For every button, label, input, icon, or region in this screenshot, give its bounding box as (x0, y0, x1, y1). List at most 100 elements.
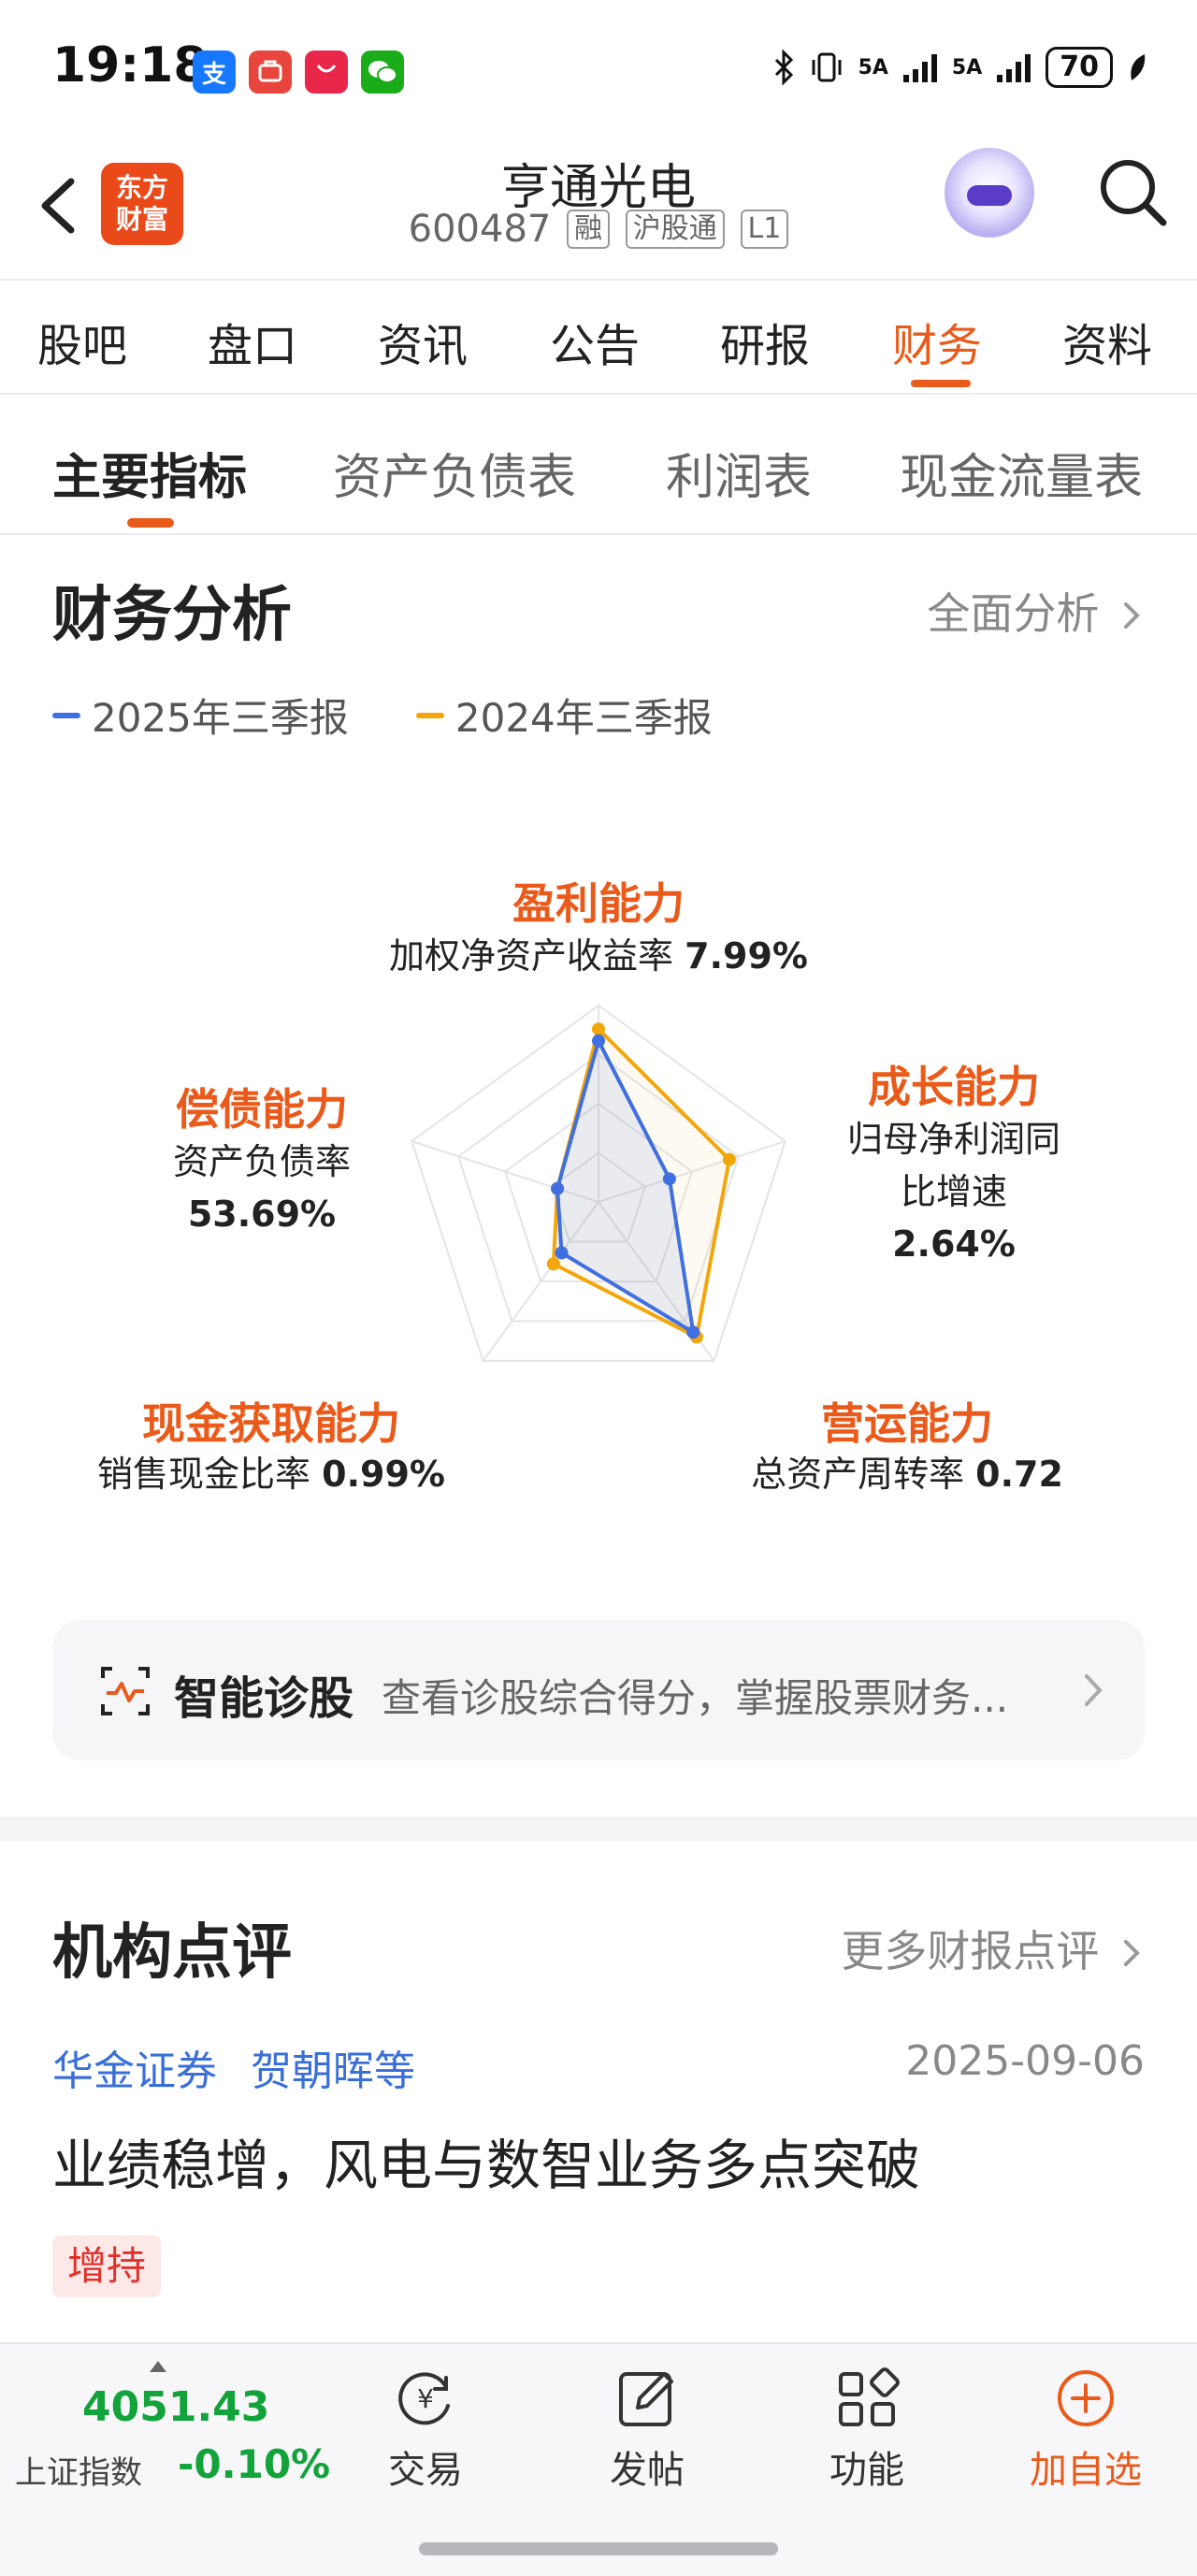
radar-series-2024-point (546, 1257, 560, 1271)
leaf-icon (1131, 54, 1146, 80)
chevron-right-icon (1124, 602, 1140, 629)
tab-announcements[interactable]: 公告 (550, 309, 640, 374)
smart-diagnosis-title: 智能诊股 (174, 1672, 354, 1725)
dim-metric-value-operation: 0.72 (975, 1454, 1063, 1495)
signal-label-2: 5A (951, 55, 983, 80)
vibrate-icon (812, 52, 842, 82)
caret-up-icon (150, 2361, 166, 2372)
full-analysis-label: 全面分析 (927, 588, 1100, 639)
post-icon (619, 2372, 673, 2426)
more-reviews-label: 更多财报点评 (841, 1926, 1100, 1976)
top-tab-bar: 股吧 盘口 资讯 公告 研报 财务 资料 (0, 282, 1197, 395)
dim-metric-value-growth: 2.64% (892, 1223, 1016, 1265)
subtab-cash-flow[interactable]: 现金流量表 (900, 438, 1143, 508)
index-label: 上证指数 (15, 2454, 142, 2492)
dim-metric-value-cash: 0.99% (322, 1454, 445, 1495)
sub-tab-bar: 主要指标 资产负债表 利润表 现金流量表 (0, 397, 1197, 535)
more-reviews-link[interactable]: 更多财报点评 (841, 1918, 1145, 1979)
robot-assistant-avatar[interactable] (945, 148, 1034, 238)
connect-tag: 沪股通 (625, 210, 725, 249)
dim-title-cash: 现金获取能力 (142, 1398, 400, 1449)
review-date: 2025-09-06 (905, 2037, 1145, 2085)
radar-series-2024-point (592, 1022, 605, 1036)
radar-series-2025-point (592, 1034, 605, 1048)
svg-text:¥: ¥ (417, 2383, 434, 2414)
dim-metric-profitability: 加权净资产收益率 7.99% (318, 930, 879, 982)
subtab-income-statement[interactable]: 利润表 (666, 438, 812, 508)
subtab-balance-sheet[interactable]: 资产负债表 (333, 438, 576, 508)
subtab-key-indicators[interactable]: 主要指标 (52, 438, 247, 508)
margin-tag: 融 (567, 210, 611, 249)
dim-metric-label-profitability: 加权净资产收益率 (389, 935, 674, 977)
dim-metric-value-solvency: 53.69% (187, 1194, 337, 1235)
smart-diagnosis-card[interactable]: 智能诊股 查看诊股综合得分，掌握股票财务... (52, 1620, 1145, 1760)
apps-icon (839, 2367, 900, 2426)
legend-item-2024: 2024年三季报 (415, 687, 713, 744)
index-change: -0.10% (178, 2441, 331, 2487)
nav-trade[interactable]: ¥ 交易 (355, 2365, 496, 2494)
active-subtab-indicator (127, 518, 174, 528)
status-app-icons: 支 (193, 51, 404, 94)
nav-add-watchlist[interactable]: 加自选 (1016, 2365, 1156, 2494)
dim-title-profitability: 盈利能力 (512, 878, 685, 929)
tab-news[interactable]: 资讯 (378, 309, 468, 374)
radar-series-2025-point (686, 1325, 700, 1339)
nav-post[interactable]: 发帖 (577, 2365, 717, 2494)
full-analysis-link[interactable]: 全面分析 (927, 580, 1145, 642)
search-icon (1101, 160, 1167, 226)
dim-title-solvency: 偿债能力 (176, 1084, 348, 1135)
tab-guba[interactable]: 股吧 (37, 309, 127, 374)
legend-label-2025: 2025年三季报 (92, 695, 349, 741)
level-tag: L1 (740, 210, 789, 249)
nav-trade-label: 交易 (388, 2449, 463, 2492)
radar-series-2024-point (722, 1152, 736, 1166)
dim-metric-operation: 总资产周转率 0.72 (720, 1448, 1094, 1500)
status-bar: 19:18 支 5A 5A 70 (0, 0, 1197, 140)
rating-badge: 增持 (52, 2236, 162, 2297)
section-divider (0, 1816, 1197, 1841)
signal-icon-1 (902, 54, 937, 82)
nav-add-watchlist-label: 加自选 (1030, 2449, 1142, 2492)
dim-metric-label-solvency: 资产负债率 (172, 1141, 351, 1182)
dim-metric-value-profitability: 7.99% (685, 935, 808, 977)
tab-research[interactable]: 研报 (720, 309, 810, 374)
bottom-bar: 4051.43 上证指数 -0.10% ¥ 交易 发帖 功能 加自选 (0, 2342, 1197, 2576)
dim-metric-cash: 销售现金比率 0.99% (75, 1448, 468, 1500)
trade-icon: ¥ (398, 2372, 450, 2425)
stock-header: 东方 财富 亨通光电 600487 融 沪股通 L1 (0, 140, 1197, 281)
app-gallery-icon (305, 51, 348, 94)
chart-legend: 2025年三季报 2024年三季报 (52, 687, 713, 744)
legend-swatch-2024 (415, 712, 444, 718)
broker-name[interactable]: 华金证券 (52, 2048, 217, 2095)
dim-metric-growth: 归母净利润同 比增速 2.64% (814, 1113, 1094, 1270)
legend-label-2024: 2024年三季报 (454, 695, 713, 741)
app-icon-red (249, 51, 292, 94)
alipay-icon: 支 (193, 51, 236, 94)
review-source[interactable]: 华金证券 贺朝晖等 (52, 2037, 436, 2097)
dim-metric-label-growth-1: 归母净利润同 (846, 1119, 1060, 1160)
bluetooth-icon (774, 49, 793, 86)
review-headline[interactable]: 业绩稳增，风电与数智业务多点突破 (52, 2121, 920, 2200)
tab-profile[interactable]: 资料 (1062, 309, 1152, 374)
tab-pankou[interactable]: 盘口 (208, 309, 297, 374)
analyst-name[interactable]: 贺朝晖等 (251, 2048, 415, 2095)
radar-chart: 盈利能力 加权净资产收益率 7.99% 成长能力 归母净利润同 比增速 2.64… (0, 842, 1197, 1553)
dim-metric-label-cash: 销售现金比率 (97, 1454, 311, 1495)
financial-analysis-title: 财务分析 (52, 581, 292, 650)
radar-series-2025-point (551, 1181, 565, 1195)
tab-finance[interactable]: 财务 (892, 309, 982, 374)
active-tab-indicator (911, 380, 971, 387)
add-watchlist-icon (1058, 2370, 1114, 2426)
search-button[interactable] (1094, 153, 1173, 232)
home-indicator[interactable] (419, 2542, 778, 2555)
dim-metric-label-operation: 总资产周转率 (751, 1454, 965, 1495)
nav-functions[interactable]: 功能 (797, 2365, 937, 2494)
pulse-icon (101, 1667, 150, 1715)
institution-review-title: 机构点评 (52, 1918, 292, 1988)
nav-post-label: 发帖 (610, 2449, 685, 2492)
legend-item-2025: 2025年三季报 (52, 687, 349, 744)
status-time: 19:18 (52, 37, 208, 94)
dim-title-operation: 营运能力 (821, 1398, 993, 1449)
smart-diagnosis-desc: 查看诊股综合得分，掌握股票财务... (382, 1675, 1009, 1721)
nav-functions-label: 功能 (829, 2449, 904, 2492)
